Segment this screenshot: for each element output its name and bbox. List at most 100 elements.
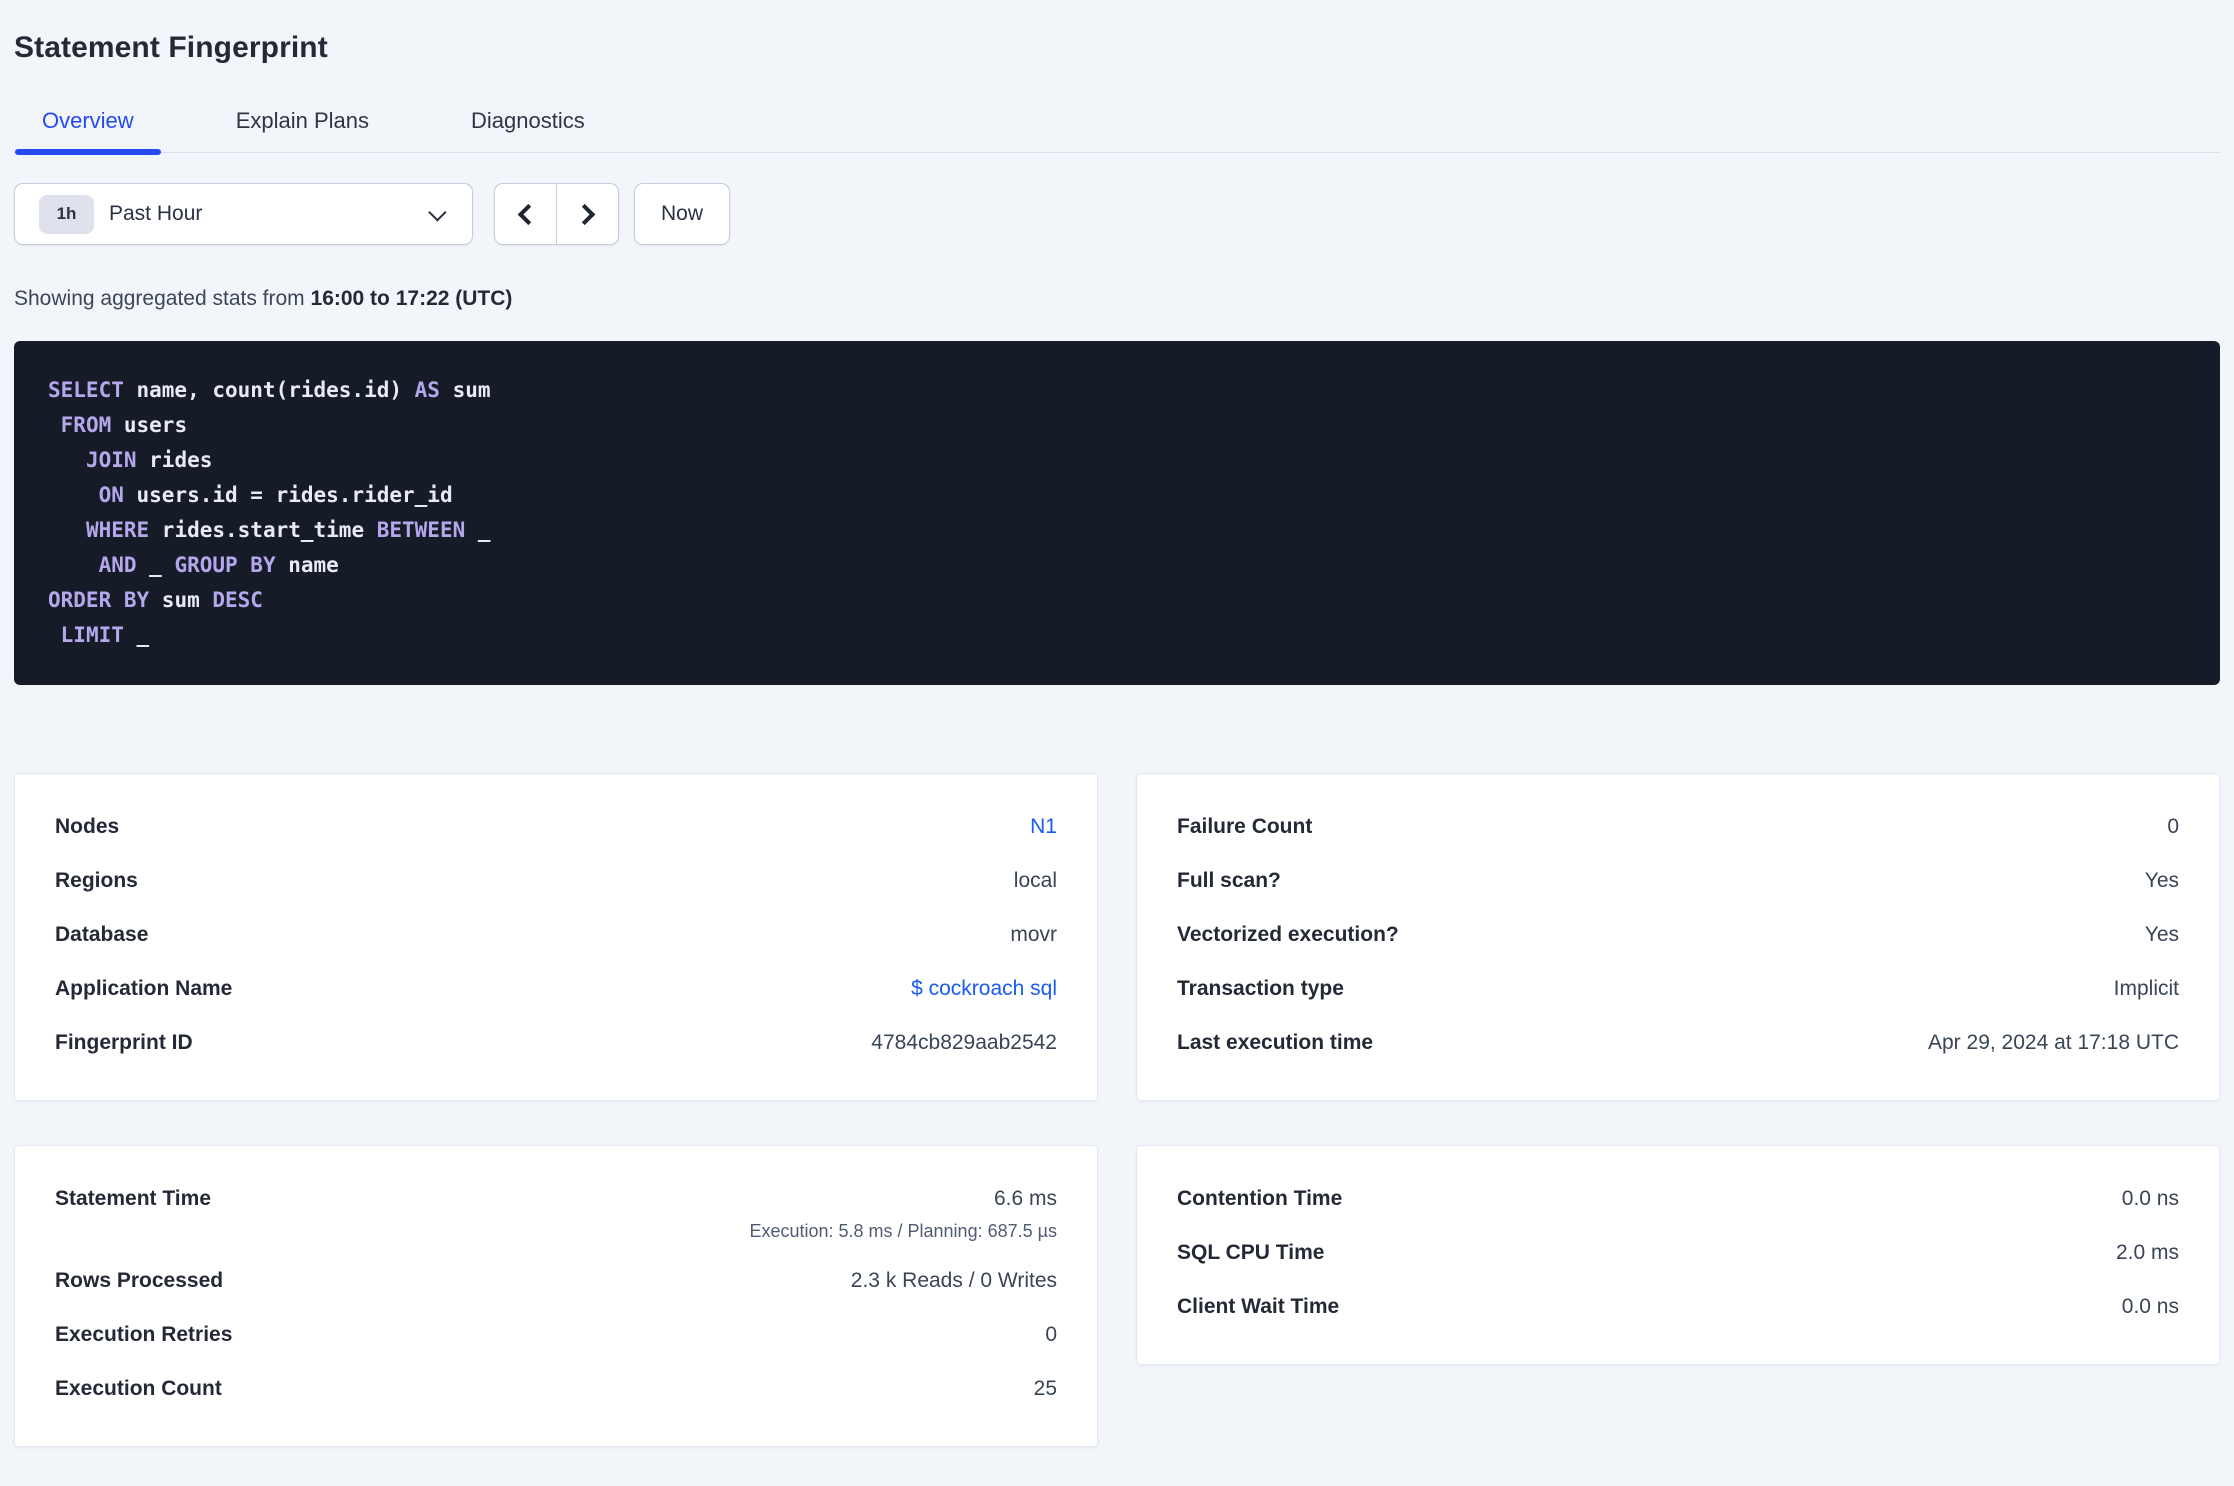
- tab-explain-plans[interactable]: Explain Plans: [209, 84, 396, 152]
- sql-text: _: [465, 518, 491, 542]
- row-label: Last execution time: [1177, 1031, 1374, 1054]
- row-value: Yes: [2144, 923, 2179, 946]
- sql-text: sum: [149, 588, 213, 612]
- sql-text: users: [111, 413, 188, 437]
- tab-bar: Overview Explain Plans Diagnostics: [14, 84, 2220, 155]
- detail-row: Contention Time 0.0 ns: [1177, 1172, 2179, 1226]
- row-label: Failure Count: [1177, 815, 1313, 838]
- row-value: Apr 29, 2024 at 17:18 UTC: [1928, 1031, 2179, 1054]
- stats-summary-prefix: Showing aggregated stats from: [14, 287, 311, 310]
- row-value-block: 6.6 ms Execution: 5.8 ms / Planning: 687.…: [749, 1185, 1057, 1243]
- sql-keyword: LIMIT: [60, 623, 124, 647]
- next-interval-button[interactable]: [557, 184, 618, 244]
- tab-diagnostics[interactable]: Diagnostics: [444, 84, 612, 152]
- sql-keyword: ORDER BY: [48, 588, 150, 612]
- detail-row: Transaction type Implicit: [1177, 962, 2179, 1016]
- row-label: Client Wait Time: [1177, 1295, 1340, 1318]
- detail-row: Client Wait Time 0.0 ns: [1177, 1280, 2179, 1334]
- detail-row: Application Name $ cockroach sql: [55, 962, 1057, 1016]
- sql-line: AND _ GROUP BY name: [48, 553, 339, 577]
- row-label: Database: [55, 923, 149, 946]
- sql-keyword: DESC: [212, 588, 263, 612]
- sql-line: JOIN rides: [48, 448, 212, 472]
- sql-text: name, count(rides.id): [123, 378, 415, 402]
- card-execution-attributes: Failure Count 0 Full scan? Yes Vectorized ex…: [1136, 773, 2220, 1101]
- chevron-right-icon: [574, 203, 596, 225]
- row-value: 25: [1033, 1377, 1057, 1400]
- row-value: 4784cb829aab2542: [871, 1031, 1057, 1054]
- sql-keyword: JOIN: [85, 448, 137, 472]
- row-value-link[interactable]: N1: [1030, 815, 1057, 839]
- row-value: 0: [1045, 1323, 1057, 1346]
- sql-text: users.id = rides.rider_id: [123, 483, 453, 507]
- sql-keyword: ON: [98, 483, 124, 507]
- row-value: movr: [1010, 923, 1057, 946]
- card-statement-timings: Statement Time 6.6 ms Execution: 5.8 ms / …: [14, 1145, 1098, 1447]
- row-value: local: [1013, 869, 1057, 892]
- row-label: Application Name: [55, 977, 233, 1000]
- sql-line: LIMIT _: [48, 623, 150, 647]
- time-range-label: Past Hour: [109, 202, 203, 225]
- sql-text: rides: [136, 448, 213, 472]
- card-statement-details: Nodes N1 Regions local Database movr Applicati…: [14, 773, 1098, 1101]
- row-label: Regions: [55, 869, 138, 892]
- sql-keyword: WHERE: [85, 518, 150, 542]
- detail-row: SQL CPU Time 2.0 ms: [1177, 1226, 2179, 1280]
- sql-text: _: [136, 553, 175, 577]
- row-value: 2.3 k Reads / 0 Writes: [850, 1269, 1057, 1292]
- sql-line: FROM users: [48, 413, 187, 437]
- detail-row: Regions local: [55, 854, 1057, 908]
- stats-summary: Showing aggregated stats from 16:00 to 1…: [14, 286, 2220, 312]
- detail-row: Full scan? Yes: [1177, 854, 2179, 908]
- sql-line: SELECT name, count(rides.id) AS sum: [48, 378, 491, 402]
- sql-fingerprint-box: SELECT name, count(rides.id) AS sum FROM…: [14, 341, 2220, 685]
- detail-row: Execution Retries 0: [55, 1308, 1057, 1362]
- row-label: SQL CPU Time: [1177, 1241, 1325, 1264]
- chevron-down-icon: [428, 202, 447, 222]
- row-value: 0: [2167, 815, 2179, 838]
- row-label: Full scan?: [1177, 869, 1281, 892]
- row-label: Contention Time: [1177, 1187, 1343, 1210]
- time-controls: 1h Past Hour Now: [14, 183, 2220, 245]
- page-title: Statement Fingerprint: [14, 31, 328, 64]
- detail-row: Last execution time Apr 29, 2024 at 17:18…: [1177, 1016, 2179, 1070]
- detail-row: Failure Count 0: [1177, 800, 2179, 854]
- prev-interval-button[interactable]: [495, 184, 557, 244]
- row-label: Execution Retries: [55, 1323, 233, 1346]
- row-value-link[interactable]: $ cockroach sql: [911, 977, 1057, 1001]
- interval-badge: 1h: [39, 194, 94, 234]
- sql-line: WHERE rides.start_time BETWEEN _: [48, 518, 491, 542]
- detail-row: Statement Time 6.6 ms Execution: 5.8 ms / …: [55, 1172, 1057, 1254]
- detail-row: Vectorized execution? Yes: [1177, 908, 2179, 962]
- sql-text: name: [275, 553, 339, 577]
- stats-summary-range: 16:00 to 17:22 (UTC): [310, 287, 513, 310]
- summary-cards: Nodes N1 Regions local Database movr Applicati…: [14, 773, 2220, 1447]
- sql-line: ORDER BY sum DESC: [48, 588, 263, 612]
- row-value: 6.6 ms: [993, 1187, 1057, 1210]
- statement-fingerprint-page: Statement Fingerprint Overview Explain Pl…: [0, 28, 2234, 1447]
- row-label: Fingerprint ID: [55, 1031, 193, 1054]
- sql-text: sum: [439, 378, 491, 402]
- sql-keyword: AS: [414, 378, 440, 402]
- sql-keyword: BETWEEN: [376, 518, 466, 542]
- tab-overview[interactable]: Overview: [15, 84, 161, 155]
- row-label: Rows Processed: [55, 1269, 224, 1292]
- row-value: 0.0 ns: [2121, 1295, 2179, 1318]
- now-button[interactable]: Now: [634, 183, 731, 245]
- sql-line: ON users.id = rides.rider_id: [48, 483, 453, 507]
- sql-keyword: SELECT: [48, 378, 124, 402]
- sql-keyword: AND: [98, 553, 137, 577]
- card-wait-timings: Contention Time 0.0 ns SQL CPU Time 2.0 ms C…: [1136, 1145, 2220, 1365]
- detail-row: Database movr: [55, 908, 1057, 962]
- time-interval-dropdown[interactable]: 1h Past Hour: [14, 183, 473, 245]
- detail-row: Fingerprint ID 4784cb829aab2542: [55, 1016, 1057, 1070]
- sql-keyword: FROM: [60, 413, 112, 437]
- row-label: Nodes: [55, 815, 120, 838]
- detail-row: Rows Processed 2.3 k Reads / 0 Writes: [55, 1254, 1057, 1308]
- row-value: Yes: [2144, 869, 2179, 892]
- sql-keyword: GROUP BY: [174, 553, 276, 577]
